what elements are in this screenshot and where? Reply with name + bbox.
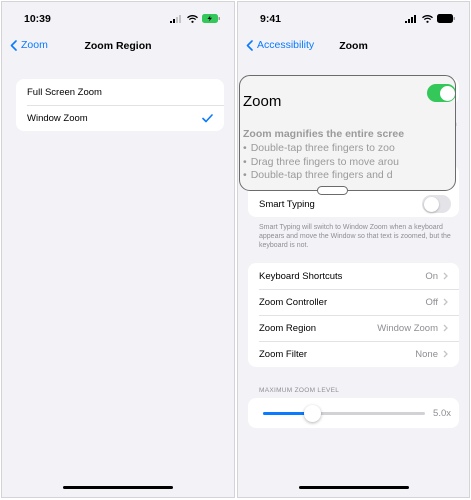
chevron-right-icon: [443, 272, 448, 280]
setting-value: None: [415, 348, 438, 360]
navigation-bar: Accessibility Zoom: [238, 36, 469, 58]
left-phone-screen: 10:39 Zoom Zoom Region Full Screen Zoom …: [1, 1, 235, 498]
battery-icon: [437, 14, 455, 23]
home-indicator[interactable]: [63, 486, 173, 489]
setting-zoom-filter[interactable]: Zoom Filter None: [248, 341, 459, 367]
status-bar: 9:41: [238, 2, 469, 36]
page-title: Zoom Region: [84, 40, 152, 52]
option-label: Full Screen Zoom: [27, 86, 102, 98]
max-zoom-value: 5.0x: [433, 408, 451, 419]
status-time: 9:41: [260, 13, 282, 25]
setting-value: Window Zoom: [377, 322, 438, 334]
home-indicator[interactable]: [298, 486, 409, 489]
option-window-zoom[interactable]: Window Zoom: [16, 105, 224, 131]
setting-keyboard-shortcuts[interactable]: Keyboard Shortcuts On: [248, 263, 459, 289]
status-icons: [405, 14, 456, 23]
smart-typing-toggle[interactable]: [422, 195, 451, 213]
zoomed-zoom-toggle[interactable]: [427, 84, 455, 102]
setting-label: Zoom Controller: [259, 296, 328, 308]
max-zoom-slider[interactable]: [263, 405, 425, 422]
max-zoom-header: MAXIMUM ZOOM LEVEL: [259, 387, 340, 394]
cellular-signal-icon: [405, 14, 416, 23]
zoomed-bullet: Double-tap three fingers and d: [243, 169, 399, 183]
status-bar: 10:39: [2, 2, 234, 36]
option-label: Window Zoom: [27, 112, 88, 124]
setting-value: Off: [425, 296, 439, 308]
status-time: 10:39: [24, 13, 51, 25]
setting-label: Zoom Filter: [259, 348, 308, 360]
zoomed-bullet-list: Double-tap three fingers to zoo Drag thr…: [243, 142, 399, 183]
zoomed-title: Zoom: [243, 93, 282, 110]
chevron-right-icon: [443, 324, 448, 332]
zoomed-description: Zoom magnifies the entire scree: [243, 128, 405, 140]
option-full-screen-zoom[interactable]: Full Screen Zoom: [16, 79, 224, 105]
smart-typing-footnote: Smart Typing will switch to Window Zoom …: [259, 224, 451, 249]
max-zoom-slider-group: 5.0x: [248, 398, 459, 428]
navigation-bar: Zoom Zoom Region: [2, 36, 234, 58]
setting-zoom-region[interactable]: Zoom Region Window Zoom: [248, 315, 459, 341]
setting-value: On: [425, 270, 438, 282]
zoom-window-lens[interactable]: Zoom Zoom magnifies the entire scree Dou…: [239, 75, 456, 191]
zoom-settings-group: Keyboard Shortcuts On Zoom Controller Of…: [248, 263, 459, 367]
page-title: Zoom: [339, 40, 368, 52]
wifi-icon: [422, 14, 433, 23]
zoomed-bullet: Double-tap three fingers to zoo: [243, 142, 399, 156]
chevron-right-icon: [443, 350, 448, 358]
chevron-right-icon: [443, 298, 448, 306]
status-icons: [170, 14, 221, 23]
zoomed-bullet: Drag three fingers to move arou: [243, 156, 399, 170]
zoom-region-options: Full Screen Zoom Window Zoom: [16, 79, 224, 131]
right-phone-screen: 9:41 Accessibility Zoom Smart Typing Sma…: [237, 1, 470, 498]
setting-label: Zoom Region: [259, 322, 317, 334]
setting-label: Keyboard Shortcuts: [259, 270, 343, 282]
setting-zoom-controller[interactable]: Zoom Controller Off: [248, 289, 459, 315]
checkmark-icon: [202, 113, 213, 122]
slider-thumb[interactable]: [303, 405, 321, 422]
battery-charging-icon: [202, 14, 220, 23]
cellular-signal-icon: [170, 14, 181, 23]
wifi-icon: [187, 14, 198, 23]
zoom-window-handle[interactable]: [317, 186, 348, 195]
smart-typing-label: Smart Typing: [259, 198, 315, 210]
